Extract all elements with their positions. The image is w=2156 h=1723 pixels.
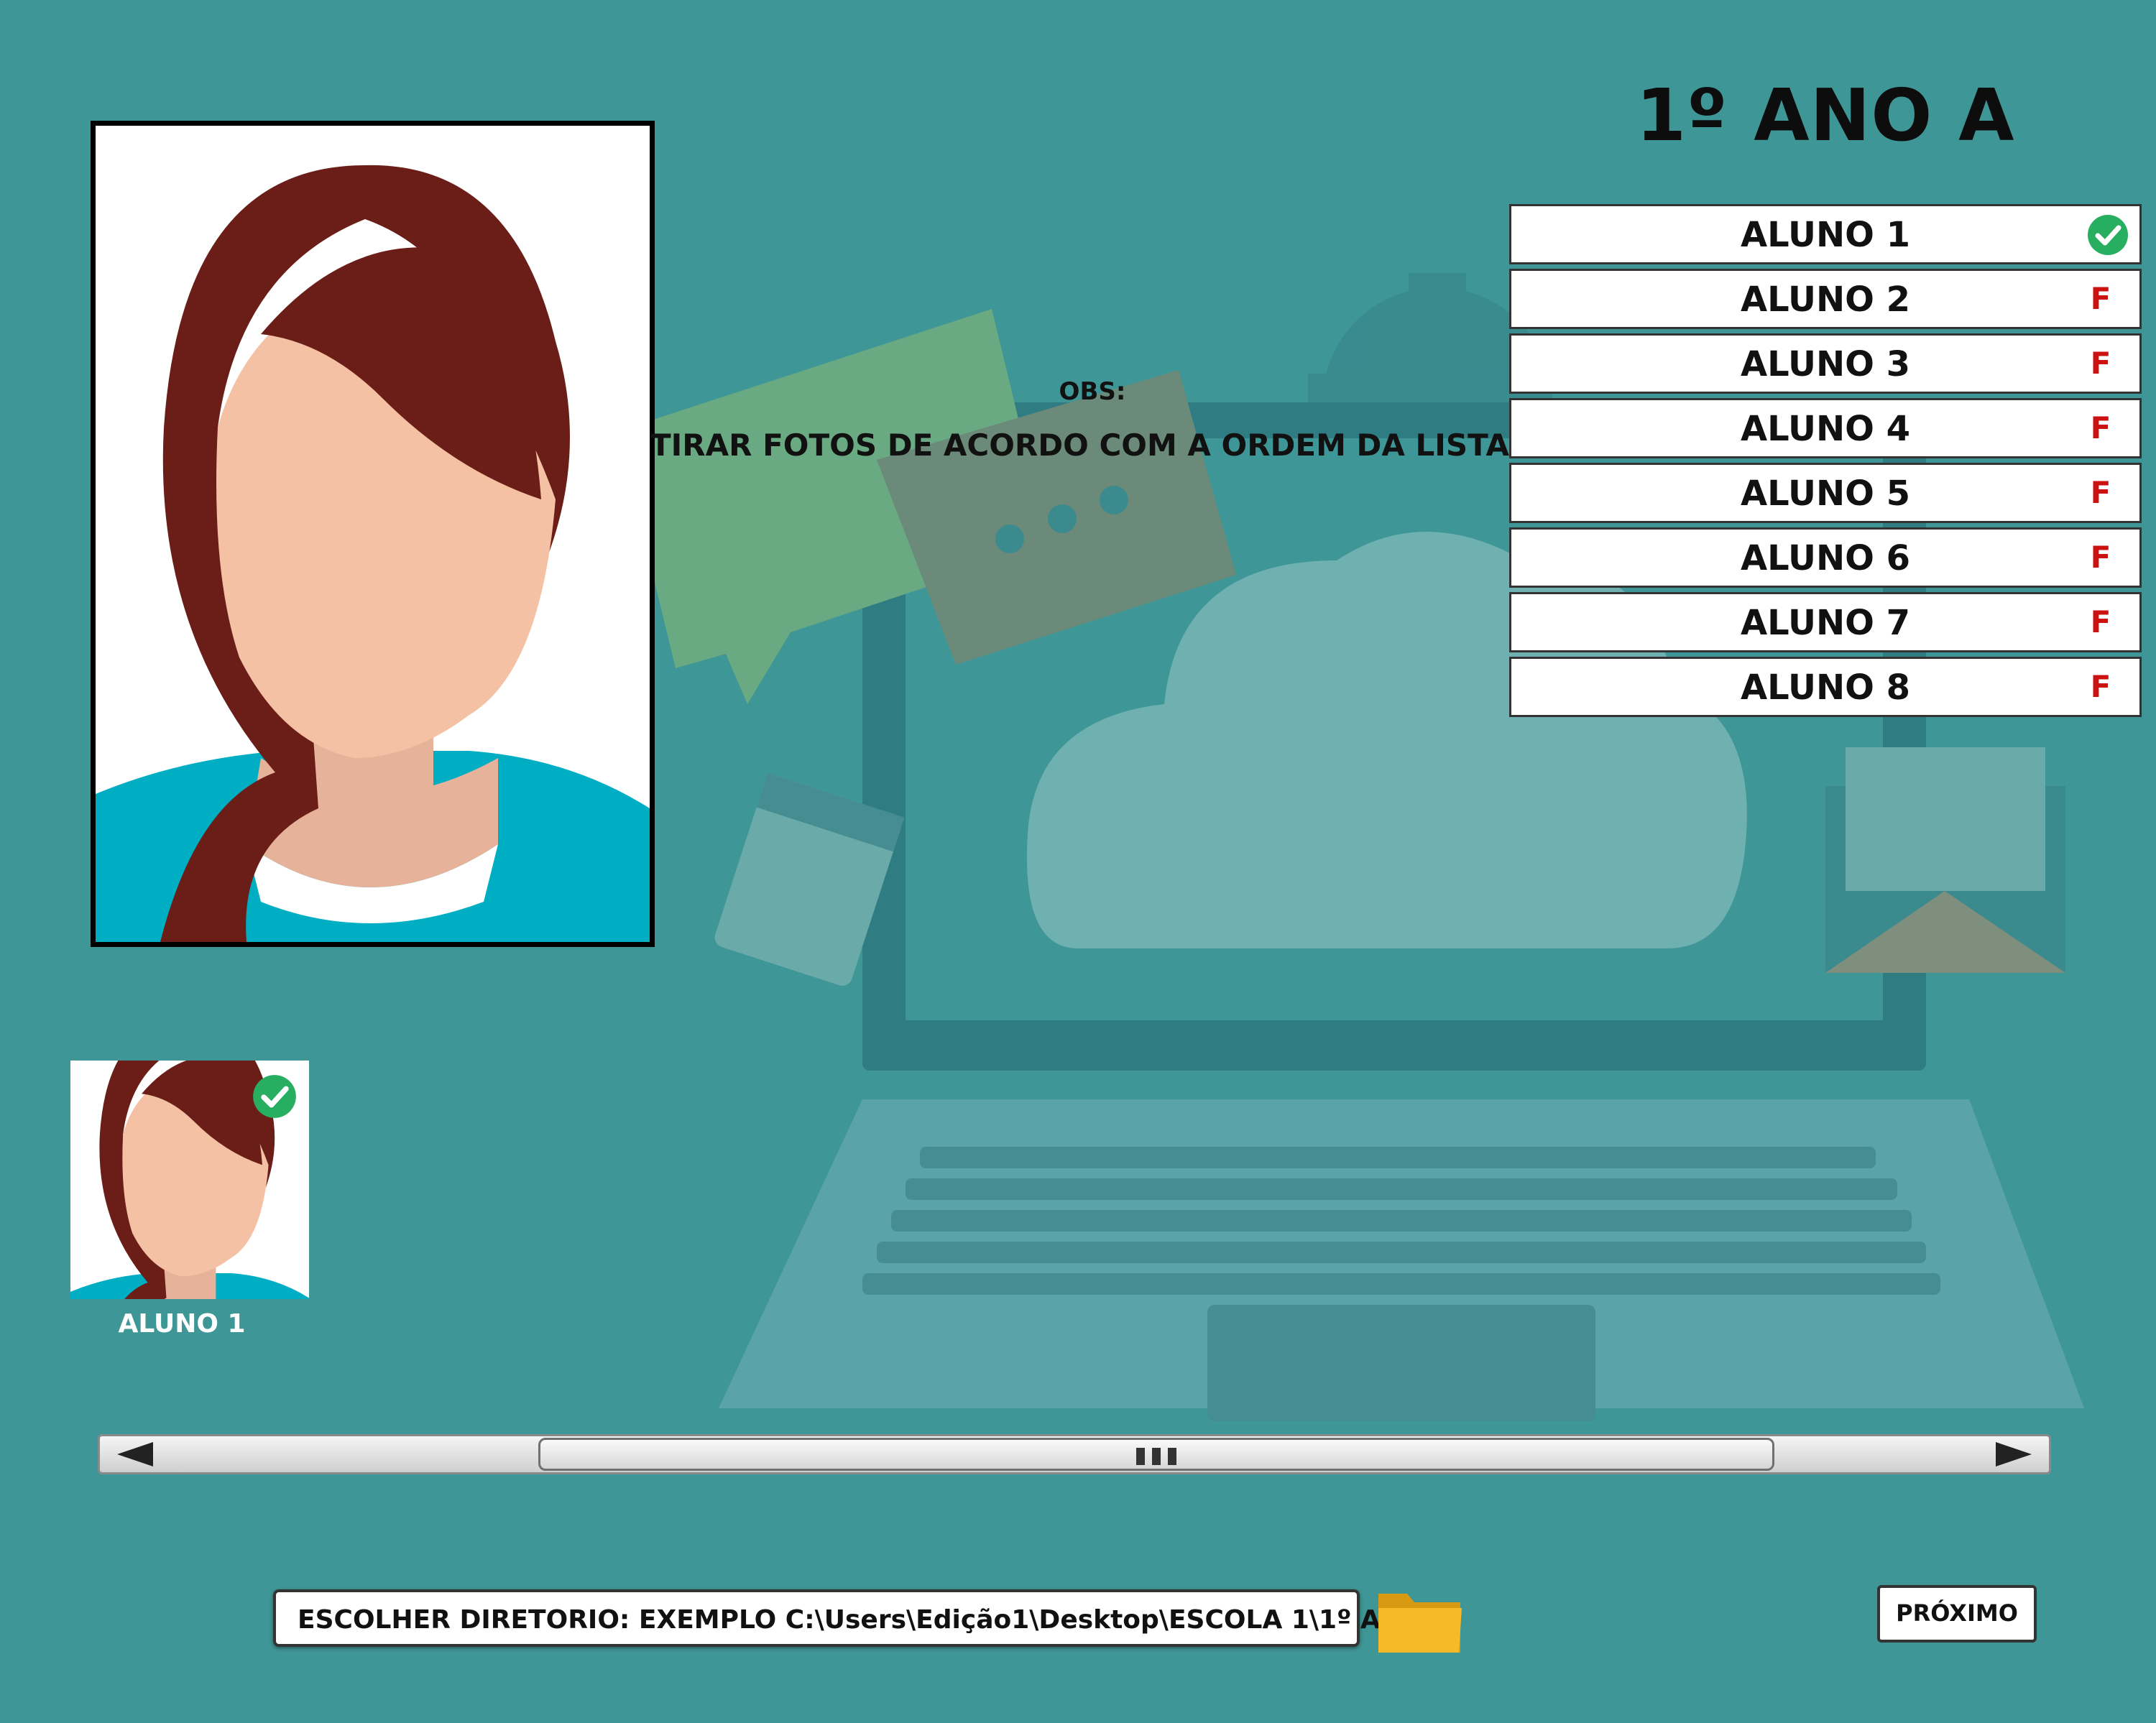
student-row-7[interactable]: ALUNO 7 F <box>1509 592 2142 652</box>
grip-icon <box>1136 1448 1176 1465</box>
student-name: ALUNO 6 <box>1740 538 1911 578</box>
female-avatar-image <box>96 126 650 942</box>
notice-label: OBS: <box>1059 377 1126 406</box>
student-row-5[interactable]: ALUNO 5 F <box>1509 463 2142 523</box>
fail-status-badge: F <box>2090 346 2111 381</box>
fail-status-badge: F <box>2090 540 2111 575</box>
page-title: 1º ANO A <box>1636 73 2015 157</box>
student-row-4[interactable]: ALUNO 4 F <box>1509 398 2142 458</box>
student-name: ALUNO 2 <box>1740 280 1911 320</box>
directory-field[interactable]: ESCOLHER DIRETORIO: EXEMPLO C:\Users\Edi… <box>273 1589 1453 1647</box>
fail-status-badge: F <box>2090 475 2111 510</box>
student-name: ALUNO 8 <box>1740 668 1911 708</box>
student-name: ALUNO 3 <box>1740 344 1911 384</box>
student-name: ALUNO 5 <box>1740 474 1911 514</box>
student-name: ALUNO 1 <box>1740 215 1911 255</box>
student-name: ALUNO 4 <box>1740 409 1911 449</box>
student-name: ALUNO 7 <box>1740 603 1911 643</box>
check-circle-icon <box>2088 215 2128 255</box>
scroll-left-arrow-icon[interactable] <box>103 1439 180 1469</box>
student-row-8[interactable]: ALUNO 8 F <box>1509 657 2142 717</box>
student-list: ALUNO 1 ALUNO 2 F ALUNO 3 F ALUNO 4 F AL… <box>1509 204 2142 721</box>
fail-status-badge: F <box>2090 281 2111 316</box>
student-row-6[interactable]: ALUNO 6 F <box>1509 527 2142 588</box>
directory-text: ESCOLHER DIRETORIO: EXEMPLO C:\Users\Edi… <box>298 1605 1453 1635</box>
fail-status-badge: F <box>2090 410 2111 445</box>
photo-preview <box>91 121 655 947</box>
next-button[interactable]: PRÓXIMO <box>1877 1585 2037 1643</box>
student-row-3[interactable]: ALUNO 3 F <box>1509 333 2142 394</box>
fail-status-badge: F <box>2090 604 2111 639</box>
check-circle-icon <box>253 1075 296 1118</box>
scrollbar-thumb[interactable] <box>538 1438 1774 1471</box>
app-canvas: 1º ANO A OBS: TIRAR FOTOS DE ACORDO COM … <box>0 0 2156 1723</box>
horizontal-scrollbar[interactable] <box>98 1434 2051 1474</box>
folder-icon[interactable] <box>1376 1584 1465 1655</box>
student-row-2[interactable]: ALUNO 2 F <box>1509 269 2142 329</box>
notice-text: TIRAR FOTOS DE ACORDO COM A ORDEM DA LIS… <box>650 428 1510 463</box>
scroll-right-arrow-icon[interactable] <box>1968 1439 2046 1469</box>
student-row-1[interactable]: ALUNO 1 <box>1509 204 2142 264</box>
thumbnail-label: ALUNO 1 <box>118 1309 246 1339</box>
fail-status-badge: F <box>2090 669 2111 704</box>
